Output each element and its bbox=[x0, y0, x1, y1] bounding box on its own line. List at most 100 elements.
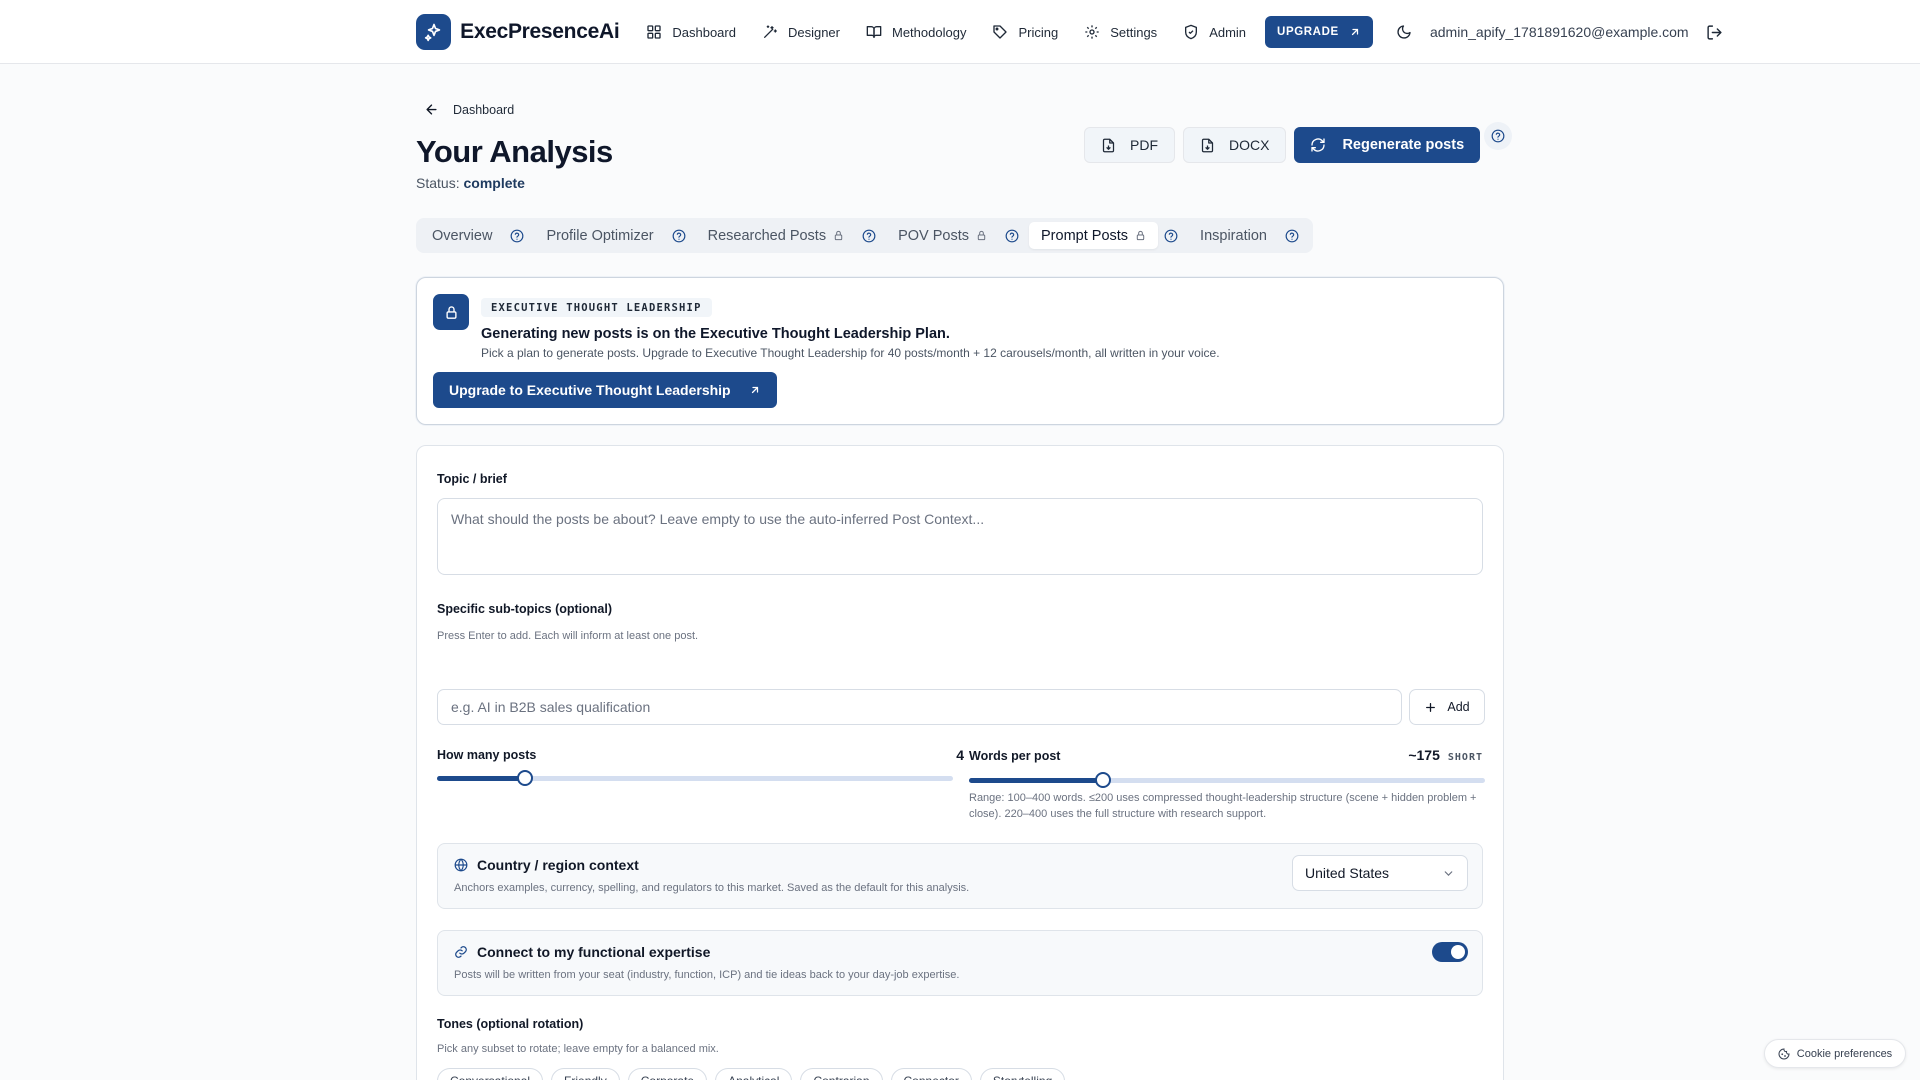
tab-overview-help[interactable] bbox=[504, 222, 530, 249]
add-subtopic-label: Add bbox=[1447, 700, 1470, 714]
expertise-desc: Posts will be written from your seat (in… bbox=[454, 969, 960, 981]
expertise-title: Connect to my functional expertise bbox=[454, 944, 710, 960]
nav-designer-label: Designer bbox=[787, 24, 840, 40]
docx-label: DOCX bbox=[1229, 137, 1270, 153]
tone-chip[interactable]: Friendly bbox=[551, 1068, 620, 1080]
tone-chip[interactable]: Contrarian bbox=[800, 1068, 883, 1080]
arrow-left-icon bbox=[426, 104, 437, 115]
tab-researched-posts[interactable]: Researched Posts bbox=[696, 222, 856, 249]
tab-overview-label: Overview bbox=[432, 227, 493, 244]
how-many-posts-slider[interactable] bbox=[437, 770, 953, 786]
tab-inspiration[interactable]: Inspiration bbox=[1188, 222, 1279, 249]
slider-fill bbox=[969, 778, 1104, 783]
country-selected-value: United States bbox=[1305, 865, 1390, 881]
pdf-label: PDF bbox=[1130, 137, 1158, 153]
header-actions: PDF DOCX Regenerate posts bbox=[1084, 122, 1513, 163]
cookie-icon bbox=[1778, 1047, 1790, 1059]
banner-subtitle: Pick a plan to generate posts. Upgrade t… bbox=[481, 346, 1220, 360]
logout-button[interactable] bbox=[1703, 20, 1726, 44]
help-circle-icon bbox=[1005, 229, 1019, 242]
country-select[interactable]: United States bbox=[1292, 855, 1468, 891]
lock-icon bbox=[433, 294, 469, 330]
tab-profile-optimizer-label: Profile Optimizer bbox=[546, 227, 654, 244]
tone-chip[interactable]: Storytelling bbox=[979, 1068, 1066, 1080]
tab-profile-optimizer-help[interactable] bbox=[666, 222, 692, 249]
status-prefix: Status: bbox=[416, 175, 460, 191]
regenerate-help-button[interactable] bbox=[1484, 122, 1513, 150]
tab-inspiration-help[interactable] bbox=[1279, 222, 1305, 249]
globe-icon bbox=[454, 858, 468, 872]
brand-name[interactable]: ExecPresenceAi bbox=[460, 20, 620, 44]
tab-pov-posts-help[interactable] bbox=[999, 222, 1025, 249]
back-to-dashboard-link[interactable]: Dashboard bbox=[424, 102, 514, 117]
cookie-preferences-button[interactable]: Cookie preferences bbox=[1764, 1039, 1906, 1068]
brand-logo-icon[interactable] bbox=[416, 14, 452, 50]
nav-pricing-label: Pricing bbox=[1018, 24, 1059, 40]
file-icon bbox=[1201, 138, 1214, 152]
tab-profile-optimizer[interactable]: Profile Optimizer bbox=[534, 222, 665, 249]
tab-researched-posts-help[interactable] bbox=[856, 222, 882, 249]
tab-overview[interactable]: Overview bbox=[420, 222, 504, 249]
help-circle-icon bbox=[862, 229, 876, 242]
download-pdf-button[interactable]: PDF bbox=[1084, 127, 1175, 163]
tone-chip[interactable]: Corporate bbox=[627, 1068, 708, 1080]
slider-fill bbox=[437, 776, 525, 781]
cookie-preferences-label: Cookie preferences bbox=[1796, 1047, 1893, 1060]
tab-pov-posts[interactable]: POV Posts bbox=[886, 222, 999, 249]
back-link-label: Dashboard bbox=[453, 102, 515, 117]
grid-icon bbox=[647, 25, 662, 39]
download-docx-button[interactable]: DOCX bbox=[1183, 127, 1287, 163]
slider-thumb[interactable] bbox=[516, 770, 533, 786]
moon-icon bbox=[1397, 25, 1412, 39]
nav-dashboard[interactable]: Dashboard bbox=[633, 14, 749, 50]
regenerate-label: Regenerate posts bbox=[1342, 137, 1465, 153]
nav-settings[interactable]: Settings bbox=[1071, 14, 1170, 50]
tone-chip[interactable]: Analytical bbox=[715, 1068, 793, 1080]
nav-designer[interactable]: Designer bbox=[749, 14, 853, 50]
words-per-post-label: Words per post bbox=[969, 749, 1061, 763]
nav-methodology[interactable]: Methodology bbox=[853, 14, 979, 50]
subtopics-label: Specific sub-topics (optional) bbox=[437, 602, 613, 616]
topic-label: Topic / brief bbox=[437, 472, 507, 486]
expertise-toggle[interactable] bbox=[1432, 942, 1468, 962]
add-subtopic-button[interactable]: Add bbox=[1409, 689, 1485, 725]
help-circle-icon bbox=[672, 229, 686, 242]
analysis-tabs: Overview Profile Optimizer Researched Po… bbox=[416, 218, 1313, 253]
topic-textarea[interactable]: What should the posts be about? Leave em… bbox=[437, 498, 1483, 575]
tab-prompt-posts-label: Prompt Posts bbox=[1041, 227, 1129, 244]
file-icon bbox=[1102, 138, 1115, 152]
regenerate-posts-button[interactable]: Regenerate posts bbox=[1294, 127, 1481, 163]
tone-chips: Conversational Friendly Corporate Analyt… bbox=[437, 1068, 1073, 1080]
top-navbar-content: ExecPresenceAi Dashboard Designer Method… bbox=[416, 14, 1726, 50]
subtopic-input[interactable]: e.g. AI in B2B sales qualification bbox=[437, 689, 1402, 725]
tab-inspiration-label: Inspiration bbox=[1200, 227, 1267, 244]
nav-methodology-label: Methodology bbox=[892, 24, 967, 40]
theme-toggle-button[interactable] bbox=[1389, 16, 1420, 48]
tones-label: Tones (optional rotation) bbox=[437, 1017, 584, 1031]
tone-chip[interactable]: Conversational bbox=[437, 1068, 544, 1080]
nav-pricing[interactable]: Pricing bbox=[979, 14, 1071, 50]
upgrade-plan-button[interactable]: Upgrade to Executive Thought Leadership bbox=[433, 372, 777, 408]
book-icon bbox=[866, 26, 882, 38]
tag-icon bbox=[993, 25, 1008, 39]
help-circle-icon bbox=[1491, 129, 1505, 143]
words-per-post-slider[interactable] bbox=[969, 772, 1485, 788]
shield-icon bbox=[1185, 24, 1198, 40]
country-context-desc: Anchors examples, currency, spelling, an… bbox=[454, 882, 970, 894]
nav-admin[interactable]: Admin bbox=[1170, 14, 1259, 50]
logout-icon bbox=[1707, 24, 1722, 40]
words-per-post-value: ~175 bbox=[1408, 747, 1440, 763]
tone-chip[interactable]: Connector bbox=[890, 1068, 972, 1080]
country-title-text: Country / region context bbox=[477, 857, 639, 873]
tab-prompt-posts[interactable]: Prompt Posts bbox=[1029, 222, 1159, 249]
plus-icon bbox=[1426, 702, 1436, 712]
tab-prompt-posts-help[interactable] bbox=[1158, 222, 1184, 249]
upgrade-button[interactable]: UPGRADE bbox=[1265, 16, 1373, 48]
toggle-knob bbox=[1451, 945, 1465, 959]
nav-settings-label: Settings bbox=[1110, 24, 1158, 40]
expertise-title-text: Connect to my functional expertise bbox=[477, 944, 711, 960]
words-length-tag: SHORT bbox=[1447, 752, 1483, 763]
status-value: complete bbox=[463, 175, 525, 191]
slider-thumb[interactable] bbox=[1095, 772, 1112, 788]
help-circle-icon bbox=[511, 229, 524, 242]
